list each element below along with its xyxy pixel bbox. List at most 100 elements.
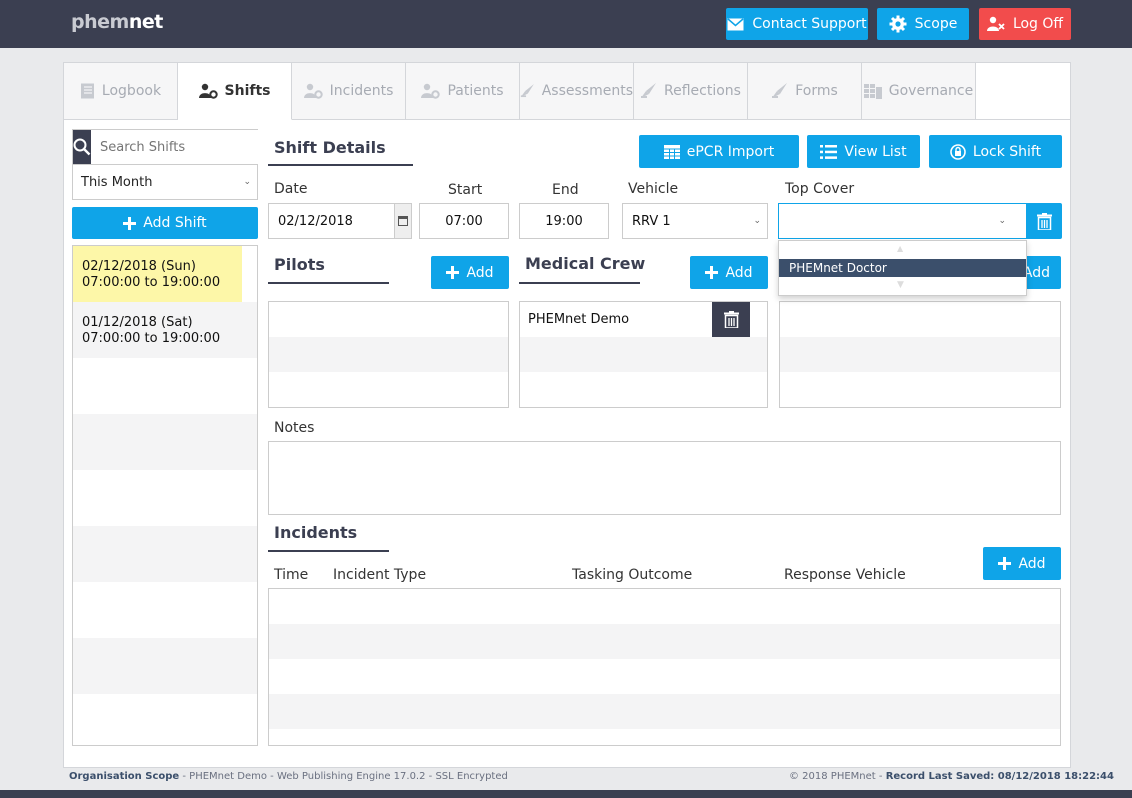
add-shift-button[interactable]: Add Shift [72, 207, 258, 239]
column-header-time: Time [274, 567, 309, 583]
table-icon [663, 144, 680, 159]
chevron-down-icon: ⌄ [243, 177, 251, 187]
add-medical-crew-button[interactable]: Add [690, 256, 768, 289]
pilots-list [268, 301, 509, 408]
list-row-empty [780, 337, 1060, 372]
list-row-empty [269, 372, 508, 407]
users-gear-icon [303, 83, 323, 99]
user-remove-icon [986, 16, 1005, 31]
list-row-empty [269, 337, 508, 372]
list-row-empty [73, 694, 257, 745]
list-row-empty [780, 372, 1060, 407]
section-underline [519, 282, 640, 284]
column-header-response-vehicle: Response Vehicle [784, 567, 906, 583]
incidents-table [268, 588, 1061, 746]
list-row-empty [73, 638, 257, 694]
tab-shifts[interactable]: Shifts [178, 63, 292, 120]
contact-support-button[interactable]: Contact Support [726, 8, 868, 40]
grid-icon [863, 83, 882, 99]
app-logo[interactable]: phemnet [71, 11, 163, 33]
top-cover-list [779, 301, 1061, 408]
shift-details-title: Shift Details [274, 138, 386, 157]
date-field[interactable]: 02/12/2018 [268, 203, 412, 239]
remove-crew-button[interactable] [712, 302, 750, 337]
shift-list-item[interactable]: 01/12/2018 (Sat) 07:00:00 to 19:00:00 [73, 302, 257, 358]
book-icon [80, 83, 94, 99]
main-panel: Logbook Shifts Incidents Patients Assess… [63, 62, 1071, 768]
gear-icon [889, 15, 907, 33]
top-cover-dropdown: ▲ PHEMnet Doctor ▼ [778, 240, 1027, 296]
scroll-down-icon[interactable]: ▼ [897, 280, 904, 290]
plus-icon [446, 266, 460, 279]
table-row [269, 659, 1060, 694]
section-underline [268, 164, 413, 166]
top-cover-delete-button[interactable] [1027, 203, 1062, 239]
medical-crew-title: Medical Crew [525, 254, 646, 273]
list-row-empty [73, 582, 257, 638]
pilots-title: Pilots [274, 255, 325, 274]
chevron-down-icon: ⌄ [998, 216, 1006, 226]
list-row-empty [269, 302, 508, 337]
plus-icon [998, 557, 1012, 570]
search-icon[interactable] [73, 130, 91, 164]
add-pilot-button[interactable]: Add [431, 256, 509, 289]
users-gear-icon [421, 83, 441, 99]
log-off-button[interactable]: Log Off [979, 8, 1071, 40]
section-underline [268, 282, 389, 284]
view-list-button[interactable]: View List [807, 135, 920, 168]
rocket-icon [641, 83, 657, 98]
envelope-icon [727, 17, 744, 30]
tab-patients[interactable]: Patients [406, 63, 520, 120]
section-underline [268, 550, 389, 552]
add-incident-button[interactable]: Add [983, 547, 1061, 580]
list-row-empty [73, 470, 257, 526]
top-cover-select[interactable]: ⌄ [778, 203, 1027, 239]
epcr-import-button[interactable]: ePCR Import [639, 135, 799, 168]
list-row-empty [73, 414, 257, 470]
rocket-icon [520, 84, 534, 98]
search-shifts-input[interactable] [91, 130, 270, 164]
tab-incidents[interactable]: Incidents [292, 63, 406, 120]
vehicle-select[interactable]: RRV 1 ⌄ [622, 203, 768, 239]
start-label: Start [448, 182, 483, 198]
scope-button[interactable]: Scope [877, 8, 969, 40]
table-row [269, 729, 1060, 745]
calendar-icon[interactable] [394, 204, 411, 238]
top-bar: phemnet Contact Support Scope Log Off [0, 0, 1132, 48]
footer-saved: © 2018 PHEMnet - Record Last Saved: 08/1… [789, 771, 1114, 782]
top-cover-label: Top Cover [785, 181, 855, 197]
search-box [72, 129, 270, 165]
list-icon [820, 144, 838, 159]
tab-forms[interactable]: Forms [748, 63, 862, 120]
start-time-field[interactable]: 07:00 [419, 203, 509, 239]
list-row-empty [73, 526, 257, 582]
tab-assessments[interactable]: Assessments [520, 63, 634, 120]
lock-shift-button[interactable]: Lock Shift [929, 135, 1062, 168]
list-row-empty [520, 372, 767, 407]
scroll-up-icon[interactable]: ▲ [897, 244, 903, 253]
list-row-empty [73, 358, 257, 414]
tab-governance[interactable]: Governance [862, 63, 976, 120]
top-cover-option[interactable]: PHEMnet Doctor [779, 259, 1026, 277]
table-row [269, 589, 1060, 624]
notes-textarea[interactable] [268, 441, 1061, 515]
chevron-down-icon: ⌄ [753, 216, 761, 226]
plus-icon [123, 216, 137, 230]
list-row-empty [520, 337, 767, 372]
incidents-title: Incidents [274, 523, 358, 542]
trash-icon [1037, 212, 1052, 230]
lock-icon [950, 143, 966, 160]
plus-icon [705, 266, 719, 279]
period-select[interactable]: This Month ⌄ [72, 164, 258, 200]
tab-logbook[interactable]: Logbook [64, 63, 178, 120]
date-label: Date [274, 181, 308, 197]
shift-list-item[interactable]: 02/12/2018 (Sun) 07:00:00 to 19:00:00 [73, 246, 257, 302]
column-header-tasking-outcome: Tasking Outcome [572, 567, 693, 583]
notes-label: Notes [274, 420, 315, 436]
end-label: End [552, 182, 579, 198]
table-row [269, 694, 1060, 729]
tab-reflections[interactable]: Reflections [634, 63, 748, 120]
tab-bar: Logbook Shifts Incidents Patients Assess… [64, 63, 976, 120]
end-time-field[interactable]: 19:00 [519, 203, 609, 239]
shift-list: 02/12/2018 (Sun) 07:00:00 to 19:00:00 01… [72, 245, 258, 746]
